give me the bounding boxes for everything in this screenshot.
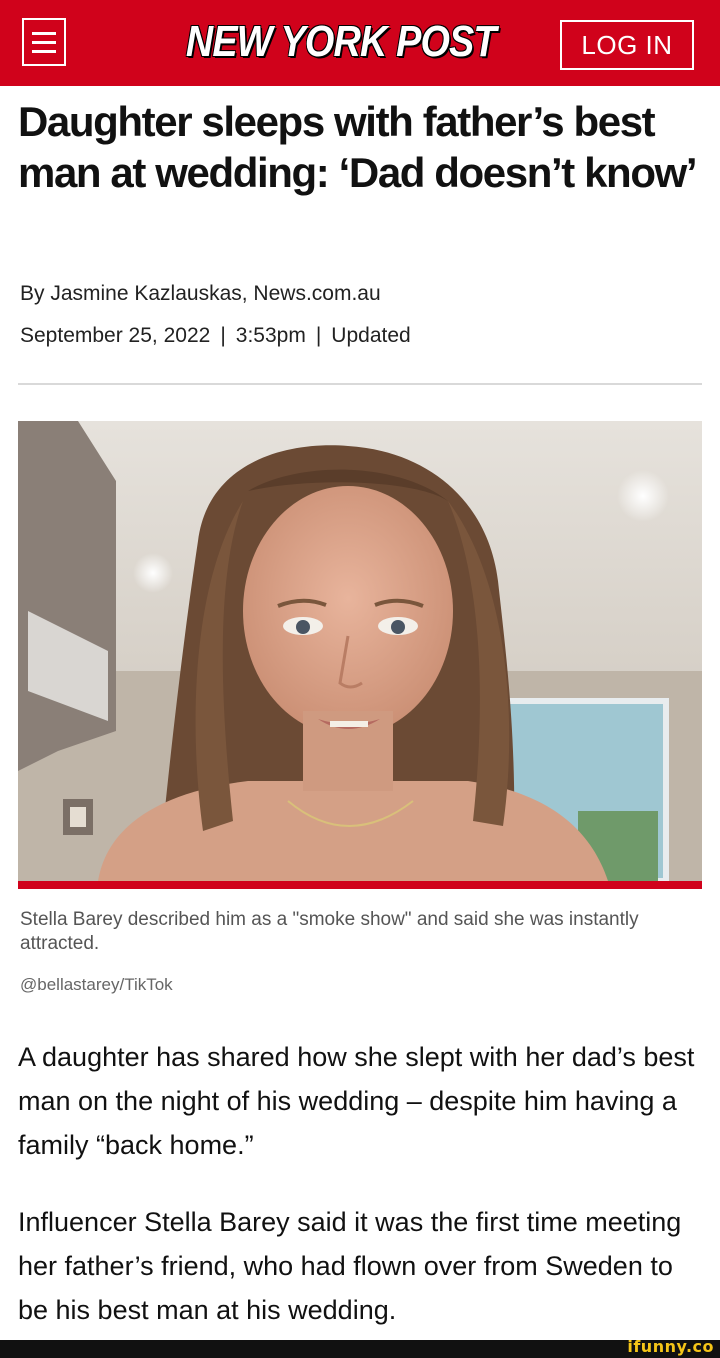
header-divider (18, 383, 702, 385)
article-paragraph-1: A daughter has shared how she slept with… (18, 1042, 695, 1160)
site-header: NEW YORK POST LOG IN (0, 0, 720, 86)
article-byline[interactable]: By Jasmine Kazlauskas, News.com.au (20, 282, 381, 306)
date-separator: | (220, 324, 226, 347)
article-date: September 25, 2022 (20, 324, 211, 347)
photo-caption: Stella Barey described him as a "smoke s… (20, 909, 639, 954)
article-headline: Daughter sleeps with father’s best man a… (18, 98, 698, 196)
ifunny-watermark: ifunny.co (627, 1337, 714, 1356)
footer-bar (0, 1340, 720, 1358)
photo-credit: @bellastarey/TikTok (20, 975, 173, 994)
login-button[interactable]: LOG IN (560, 20, 694, 70)
site-logo[interactable]: NEW YORK POST (186, 14, 497, 70)
article-paragraph-2: Influencer Stella Barey said it was the … (18, 1207, 682, 1325)
time-separator: | (315, 324, 322, 347)
article-time: 3:53pm (235, 324, 306, 347)
article-dateline: September 25, 2022 | 3:53pm | Updated (20, 324, 411, 348)
article-updated-label: Updated (331, 324, 411, 347)
hamburger-menu-icon[interactable] (22, 18, 66, 66)
article-photo[interactable] (18, 421, 702, 881)
photo-red-rule (18, 881, 702, 889)
